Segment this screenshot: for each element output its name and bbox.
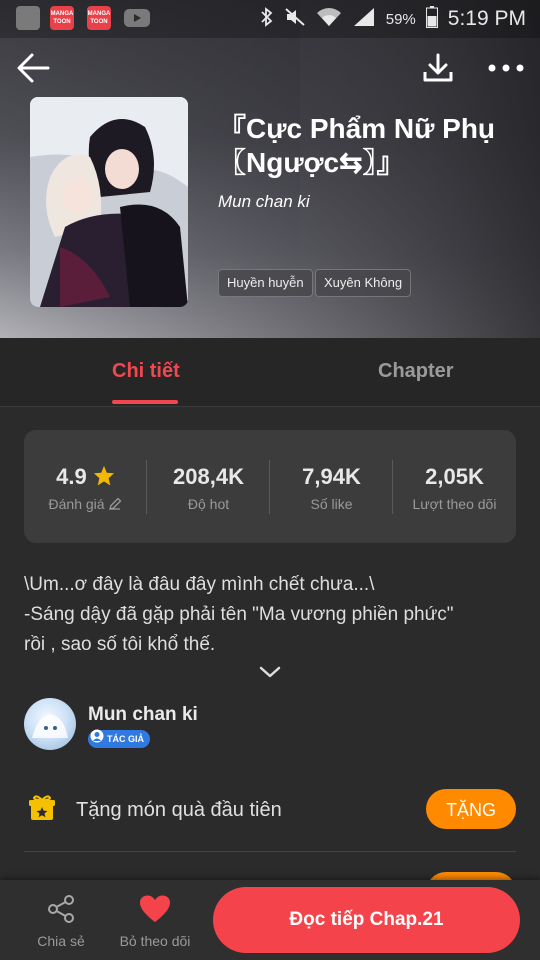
stat-value: 7,94K: [302, 464, 361, 489]
share-label: Chia sẻ: [37, 933, 85, 949]
gift-button[interactable]: TẶNG: [426, 789, 516, 829]
share-button[interactable]: Chia sẻ: [16, 894, 106, 949]
book-title: 『Cực Phẩm Nữ Phụ〖Ngược⇆〗』: [218, 113, 496, 178]
heart-icon: [139, 895, 171, 927]
star-icon: [93, 464, 115, 489]
chevron-down-icon[interactable]: [258, 664, 282, 685]
messages-notification-icon: [16, 6, 40, 30]
youtube-notification-icon: [124, 9, 150, 27]
stat-value: 2,05K: [425, 464, 484, 489]
stat-label: Độ hot: [187, 496, 230, 512]
book-author[interactable]: Mun chan ki: [218, 192, 310, 212]
share-icon: [46, 895, 76, 927]
mangatoon-notification-icon: MANGA TOON: [50, 6, 74, 30]
unfollow-button[interactable]: Bỏ theo dõi: [110, 894, 200, 949]
continue-reading-button[interactable]: Đọc tiếp Chap.21: [213, 887, 520, 953]
description-line: rồi , sao số tôi khổ thế.: [24, 634, 216, 655]
bluetooth-icon: [260, 6, 274, 32]
description-line: -Sáng dậy đã gặp phải tên "Ma vương phiề…: [24, 604, 454, 625]
pencil-icon: [108, 496, 122, 512]
active-tab-indicator: [112, 400, 178, 404]
author-name[interactable]: Mun chan ki: [88, 704, 198, 726]
tab-bar: Chi tiết Chapter: [0, 338, 540, 407]
signal-icon: [352, 7, 376, 32]
genre-tag[interactable]: Huyền huyễn: [218, 269, 313, 297]
stat-hot: 208,4K Độ hot: [147, 430, 270, 543]
stat-label: Số like: [310, 496, 353, 512]
author-badge: TÁC GIẢ: [88, 729, 150, 749]
stat-followers: 2,05K Lượt theo dõi: [393, 430, 516, 543]
gift-icon: [28, 794, 56, 827]
more-icon[interactable]: [486, 61, 526, 80]
stat-likes: 7,94K Số like: [270, 430, 393, 543]
stat-rating[interactable]: 4.9 Đánh giá: [24, 430, 147, 543]
status-right: 59% 5:19 PM: [260, 5, 526, 33]
book-cover-image: [30, 97, 188, 307]
tab-chapter[interactable]: Chapter: [378, 360, 454, 383]
mute-icon: [284, 7, 306, 32]
wifi-icon: [316, 7, 342, 32]
author-avatar[interactable]: [24, 698, 76, 750]
status-bar: MANGA TOON MANGA TOON 59% 5:19 PM: [0, 0, 540, 38]
mangatoon-notification-icon: MANGA TOON: [87, 6, 111, 30]
battery-percent: 59%: [385, 10, 416, 28]
author-badge-icon: [90, 729, 104, 749]
clock: 5:19 PM: [447, 7, 526, 30]
battery-icon: [425, 5, 438, 33]
tab-details[interactable]: Chi tiết: [112, 360, 180, 383]
genre-tag[interactable]: Xuyên Không: [315, 269, 412, 297]
stats-card: 4.9 Đánh giá 208,4K Độ hot 7,94K Số like…: [24, 430, 516, 543]
bottom-action-bar: Chia sẻ Bỏ theo dõi Đọc tiếp Chap.21: [0, 880, 540, 960]
rating-value: 4.9: [56, 464, 87, 489]
stat-label: Đánh giá: [48, 496, 105, 512]
stat-label: Lượt theo dõi: [412, 496, 497, 512]
unfollow-label: Bỏ theo dõi: [119, 933, 191, 949]
book-description: \Um...ơ đây là đâu đây mình chết chưa...…: [24, 570, 516, 660]
divider: [24, 851, 516, 852]
back-arrow-icon[interactable]: [16, 52, 50, 89]
gift-prompt: Tặng món quà đầu tiên: [76, 799, 282, 821]
stat-value: 208,4K: [173, 464, 244, 489]
description-line: \Um...ơ đây là đâu đây mình chết chưa...…: [24, 574, 375, 595]
download-icon[interactable]: [422, 52, 454, 89]
